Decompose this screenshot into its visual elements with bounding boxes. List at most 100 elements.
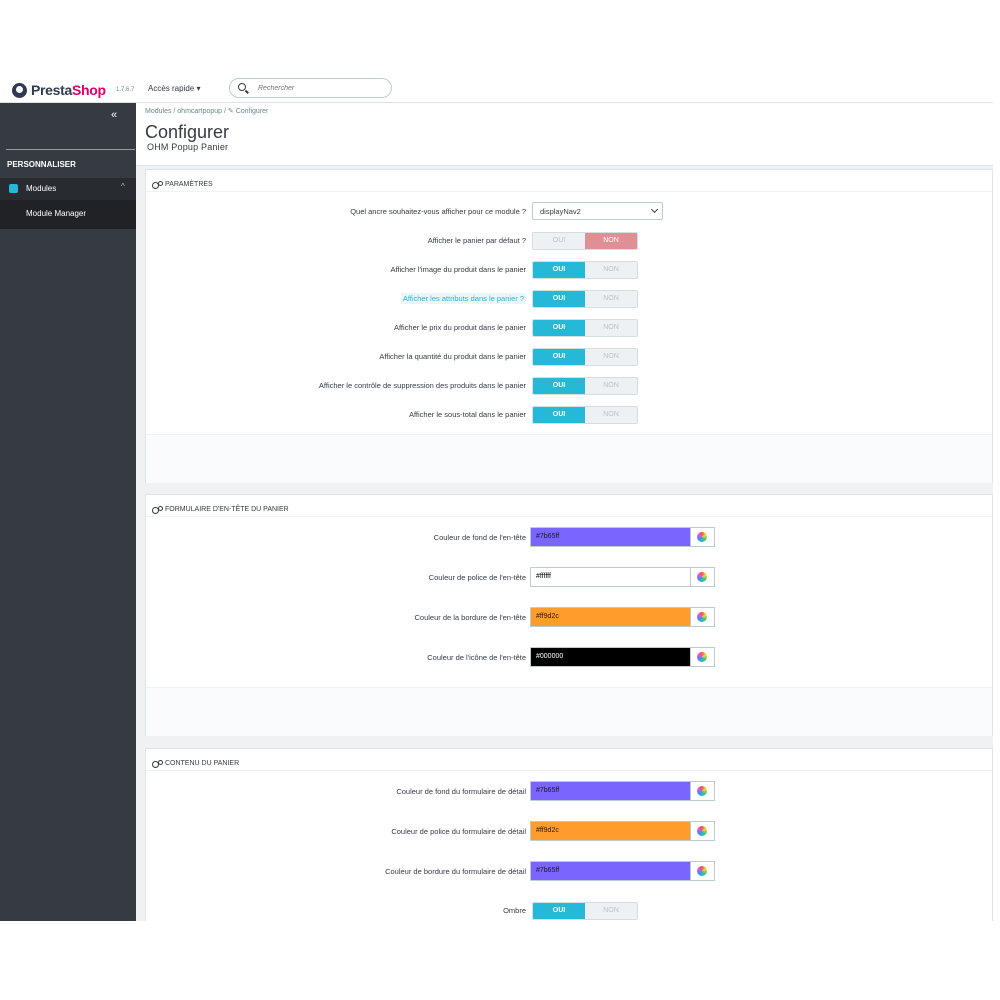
setting-label: Afficher le sous-total dans le panier xyxy=(146,410,526,419)
panel-header-form: FORMULAIRE D'EN-TÊTE DU PANIER Couleur d… xyxy=(145,494,993,736)
sidebar-item-module-manager[interactable]: Module Manager xyxy=(0,200,136,229)
panel-heading: FORMULAIRE D'EN-TÊTE DU PANIER xyxy=(146,495,992,517)
hook-select[interactable]: displayNav2 xyxy=(532,202,663,220)
color-input[interactable]: #ffffff xyxy=(530,567,691,587)
toggle-no[interactable]: NON xyxy=(585,349,637,365)
color-input[interactable]: #7b65ff xyxy=(530,527,691,547)
shadow-label: Ombre xyxy=(503,906,526,915)
cogs-icon xyxy=(152,505,163,514)
toggle-no[interactable]: NON xyxy=(585,378,637,394)
setting-label: Afficher le panier par défaut ? xyxy=(146,236,526,245)
setting-label-text: Afficher le contrôle de suppression des … xyxy=(318,381,526,390)
setting-label-text: Afficher le panier par défaut ? xyxy=(427,236,526,245)
hook-label: Quel ancre souhaitez-vous afficher pour … xyxy=(350,207,526,216)
color-picker[interactable]: #ffffff xyxy=(530,567,715,587)
toggle-yes[interactable]: OUI xyxy=(533,233,585,249)
color-wheel-icon[interactable] xyxy=(691,607,715,627)
brand-presta: Presta xyxy=(31,82,73,98)
setting-label: Afficher la quantité du produit dans le … xyxy=(146,352,526,361)
toggle-yes[interactable]: OUI xyxy=(533,262,585,278)
setting-toggle[interactable]: OUI NON xyxy=(532,261,638,279)
panel-heading: CONTENU DU PANIER xyxy=(146,749,992,771)
toggle-yes[interactable]: OUI xyxy=(533,407,585,423)
prestashop-logo[interactable]: PrestaShop xyxy=(12,82,106,98)
color-wheel-icon[interactable] xyxy=(691,781,715,801)
setting-toggle[interactable]: OUI NON xyxy=(532,406,638,424)
toggle-no[interactable]: NON xyxy=(585,262,637,278)
version-label: 1.7.6.7 xyxy=(116,87,135,93)
toggle-yes[interactable]: OUI xyxy=(533,378,585,394)
color-wheel-icon[interactable] xyxy=(691,567,715,587)
sidebar-item-modules[interactable]: Modules ^ xyxy=(0,178,136,200)
panel-heading: PARAMÈTRES xyxy=(146,170,992,192)
color-picker[interactable]: #000000 xyxy=(530,647,715,667)
setting-label-text: Afficher le sous-total dans le panier xyxy=(408,410,526,419)
top-header: PrestaShop 1.7.6.7 Accès rapide ▾ xyxy=(0,75,993,103)
setting-label: Afficher l'image du produit dans le pani… xyxy=(146,265,526,274)
toggle-yes[interactable]: OUI xyxy=(533,349,585,365)
setting-toggle[interactable]: OUI NON xyxy=(532,232,638,250)
color-picker[interactable]: #7b65ff xyxy=(530,781,715,801)
page-subtitle: OHM Popup Panier xyxy=(147,142,229,152)
panel-footer xyxy=(146,434,992,483)
sidebar-item-label: Module Manager xyxy=(26,209,87,218)
color-label: Couleur de bordure du formulaire de déta… xyxy=(385,867,526,876)
color-label: Couleur de la bordure de l'en-tête xyxy=(414,613,526,622)
color-wheel-icon[interactable] xyxy=(691,527,715,547)
setting-toggle[interactable]: OUI NON xyxy=(532,319,638,337)
page-header: Modules / ohmcartpopup / ✎ Configurer Co… xyxy=(136,103,993,166)
color-wheel-icon[interactable] xyxy=(691,647,715,667)
toggle-no[interactable]: NON xyxy=(585,291,637,307)
quick-access-dropdown[interactable]: Accès rapide ▾ xyxy=(148,84,200,93)
sidebar-divider xyxy=(6,149,135,150)
toggle-yes[interactable]: OUI xyxy=(533,903,585,919)
color-picker[interactable]: #ff9d2c xyxy=(530,821,715,841)
panel-parametres: PARAMÈTRES Quel ancre souhaitez-vous aff… xyxy=(145,169,993,483)
color-label: Couleur de fond de l'en-tête xyxy=(433,533,526,542)
panel-footer xyxy=(146,687,992,736)
toggle-no[interactable]: NON xyxy=(585,903,637,919)
search-icon[interactable] xyxy=(238,83,246,91)
color-picker[interactable]: #7b65ff xyxy=(530,861,715,881)
collapse-sidebar-icon[interactable]: « xyxy=(111,109,117,121)
breadcrumb[interactable]: Modules / ohmcartpopup / ✎ Configurer xyxy=(145,107,268,115)
color-input[interactable]: #000000 xyxy=(530,647,691,667)
sidebar-item-label: Modules xyxy=(26,184,57,193)
setting-toggle[interactable]: OUI NON xyxy=(532,377,638,395)
search-box[interactable] xyxy=(229,78,392,98)
color-label: Couleur de fond du formulaire de détail xyxy=(396,787,526,796)
toggle-yes[interactable]: OUI xyxy=(533,320,585,336)
chevron-up-icon[interactable]: ^ xyxy=(121,182,125,191)
color-input[interactable]: #ff9d2c xyxy=(530,821,691,841)
toggle-yes[interactable]: OUI xyxy=(533,291,585,307)
toggle-no[interactable]: NON xyxy=(585,320,637,336)
search-input[interactable] xyxy=(258,82,383,94)
color-picker[interactable]: #7b65ff xyxy=(530,527,715,547)
prestashop-logo-icon xyxy=(12,82,27,98)
color-wheel-icon[interactable] xyxy=(691,861,715,881)
color-input[interactable]: #7b65ff xyxy=(530,861,691,881)
sidebar-section-title: PERSONNALISER xyxy=(7,160,76,169)
panel-title: PARAMÈTRES xyxy=(165,180,213,188)
panel-title: FORMULAIRE D'EN-TÊTE DU PANIER xyxy=(165,505,289,513)
color-label: Couleur de l'icône de l'en-tête xyxy=(427,653,526,662)
color-input[interactable]: #7b65ff xyxy=(530,781,691,801)
app-window: PrestaShop 1.7.6.7 Accès rapide ▾ « PERS… xyxy=(0,75,993,921)
setting-label: Afficher les attributs dans le panier ? xyxy=(146,293,526,304)
panel-cart-content: CONTENU DU PANIER Couleur de fond du for… xyxy=(145,748,993,921)
color-label: Couleur de police de l'en-tête xyxy=(428,573,526,582)
cogs-icon xyxy=(152,759,163,768)
toggle-no[interactable]: NON xyxy=(585,233,637,249)
shadow-toggle[interactable]: OUI NON xyxy=(532,902,638,920)
setting-toggle[interactable]: OUI NON xyxy=(532,348,638,366)
hook-select-value: displayNav2 xyxy=(540,207,581,216)
color-picker[interactable]: #ff9d2c xyxy=(530,607,715,627)
toggle-no[interactable]: NON xyxy=(585,407,637,423)
sidebar: « PERSONNALISER Modules ^ Module Manager xyxy=(0,103,136,921)
color-wheel-icon[interactable] xyxy=(691,821,715,841)
page-title: Configurer xyxy=(145,122,230,142)
color-input[interactable]: #ff9d2c xyxy=(530,607,691,627)
cogs-icon xyxy=(152,180,163,189)
setting-label-text: Afficher le prix du produit dans le pani… xyxy=(393,323,526,332)
setting-toggle[interactable]: OUI NON xyxy=(532,290,638,308)
